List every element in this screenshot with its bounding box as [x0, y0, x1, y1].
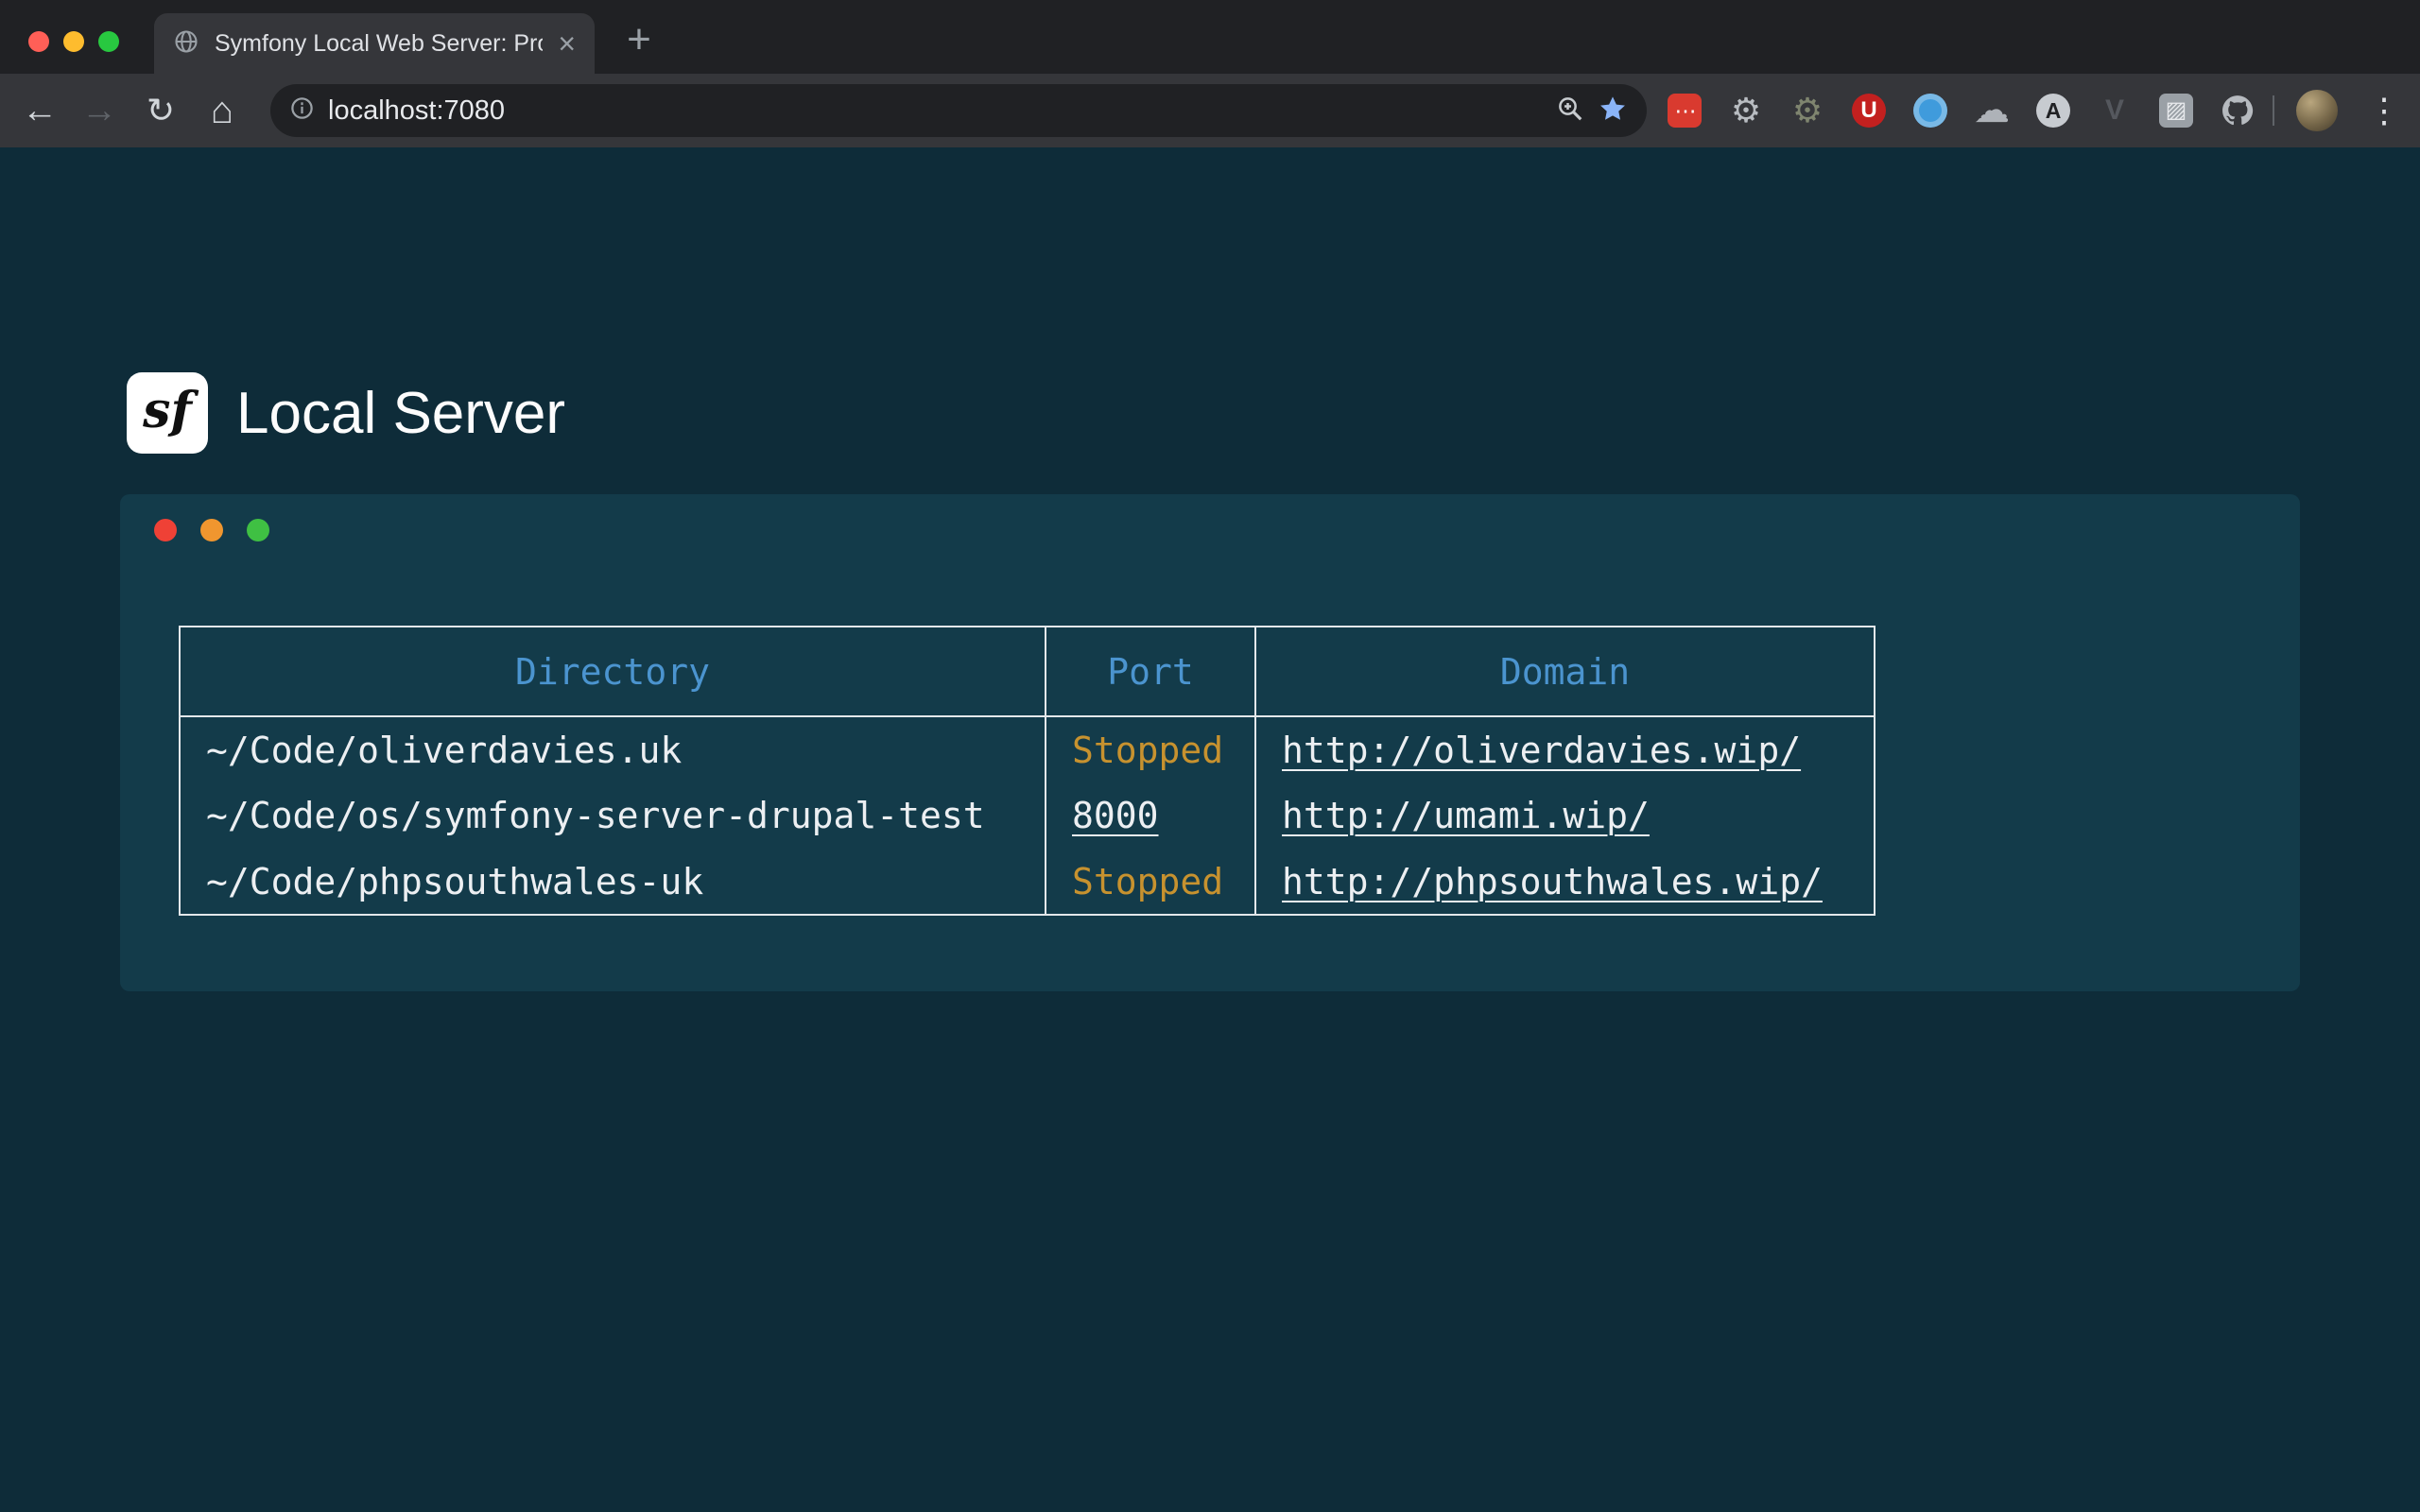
grid-extension-icon[interactable]: ▨	[2159, 94, 2193, 128]
port-status: Stopped	[1072, 730, 1223, 771]
port-cell: 8000	[1046, 782, 1255, 849]
red-dots-extension-icon[interactable]: ⋯	[1668, 94, 1702, 128]
panel-window-dots	[154, 519, 269, 541]
table-row: ~/Code/phpsouthwales-uk Stopped http://p…	[180, 849, 1875, 915]
browser-toolbar: ← → ↻ ⌂ localhost:7080 ⋯ ⚙	[0, 74, 2420, 147]
extensions-bar: ⋯ ⚙ ⚙ U ☁ A V ▨	[1668, 74, 2255, 147]
port-link[interactable]: 8000	[1072, 795, 1159, 836]
panel-red-dot	[154, 519, 177, 541]
address-bar[interactable]: localhost:7080	[270, 84, 1647, 137]
domain-link[interactable]: http://umami.wip/	[1282, 795, 1650, 836]
browser-menu-icon[interactable]: ⋮	[2361, 74, 2407, 147]
globe-favicon-icon	[173, 28, 199, 60]
cloud-extension-icon[interactable]: ☁	[1975, 94, 2009, 128]
port-cell: Stopped	[1046, 849, 1255, 915]
github-extension-icon[interactable]	[2221, 94, 2255, 128]
browser-tab[interactable]: Symfony Local Web Server: Prox ×	[154, 13, 595, 74]
port-column-header: Port	[1046, 627, 1255, 716]
domain-cell: http://umami.wip/	[1255, 782, 1875, 849]
table-header-row: Directory Port Domain	[180, 627, 1875, 716]
zoom-icon[interactable]	[1556, 94, 1584, 128]
domain-link[interactable]: http://oliverdavies.wip/	[1282, 730, 1801, 771]
directory-column-header: Directory	[180, 627, 1046, 716]
site-header: sf Local Server	[127, 372, 565, 454]
ublock-extension-icon[interactable]: U	[1852, 94, 1886, 128]
home-icon[interactable]: ⌂	[196, 74, 249, 147]
blue-circle-extension-icon[interactable]	[1913, 94, 1947, 128]
new-tab-button[interactable]: +	[613, 13, 666, 66]
domain-column-header: Domain	[1255, 627, 1875, 716]
port-status: Stopped	[1072, 861, 1223, 902]
window-minimize-button[interactable]	[63, 31, 84, 52]
window-zoom-button[interactable]	[98, 31, 119, 52]
site-info-icon[interactable]	[289, 95, 315, 126]
table-row: ~/Code/os/symfony-server-drupal-test 800…	[180, 782, 1875, 849]
domain-link[interactable]: http://phpsouthwales.wip/	[1282, 861, 1823, 902]
bookmark-star-icon[interactable]	[1598, 94, 1628, 129]
directory-cell: ~/Code/oliverdavies.uk	[180, 716, 1046, 782]
directory-cell: ~/Code/os/symfony-server-drupal-test	[180, 782, 1046, 849]
server-panel: Directory Port Domain ~/Code/oliverdavie…	[120, 494, 2300, 991]
gear-extension-icon[interactable]: ⚙	[1729, 94, 1763, 128]
window-controls	[28, 31, 119, 52]
tab-strip: Symfony Local Web Server: Prox × +	[0, 0, 2420, 74]
url-text: localhost:7080	[328, 95, 1543, 127]
domain-cell: http://oliverdavies.wip/	[1255, 716, 1875, 782]
directory-cell: ~/Code/phpsouthwales-uk	[180, 849, 1046, 915]
window-close-button[interactable]	[28, 31, 49, 52]
page-title: Local Server	[236, 380, 565, 447]
tab-close-icon[interactable]: ×	[558, 28, 576, 59]
port-cell: Stopped	[1046, 716, 1255, 782]
back-icon[interactable]: ←	[13, 74, 66, 147]
symfony-logo: sf	[127, 372, 208, 454]
servers-table: Directory Port Domain ~/Code/oliverdavie…	[179, 626, 1876, 916]
domain-cell: http://phpsouthwales.wip/	[1255, 849, 1875, 915]
a-badge-extension-icon[interactable]: A	[2036, 94, 2070, 128]
tab-title: Symfony Local Web Server: Prox	[215, 30, 543, 58]
page-content: sf Local Server Directory Port Domain	[0, 147, 2420, 1512]
v-extension-icon[interactable]: V	[2098, 94, 2132, 128]
symfony-logo-text: sf	[143, 382, 192, 439]
panel-orange-dot	[200, 519, 223, 541]
profile-avatar[interactable]	[2296, 90, 2338, 131]
dark-gear-extension-icon[interactable]: ⚙	[1790, 94, 1824, 128]
toolbar-divider	[2273, 95, 2274, 126]
table-row: ~/Code/oliverdavies.uk Stopped http://ol…	[180, 716, 1875, 782]
panel-green-dot	[247, 519, 269, 541]
reload-icon[interactable]: ↻	[134, 74, 187, 147]
forward-icon[interactable]: →	[73, 74, 126, 147]
